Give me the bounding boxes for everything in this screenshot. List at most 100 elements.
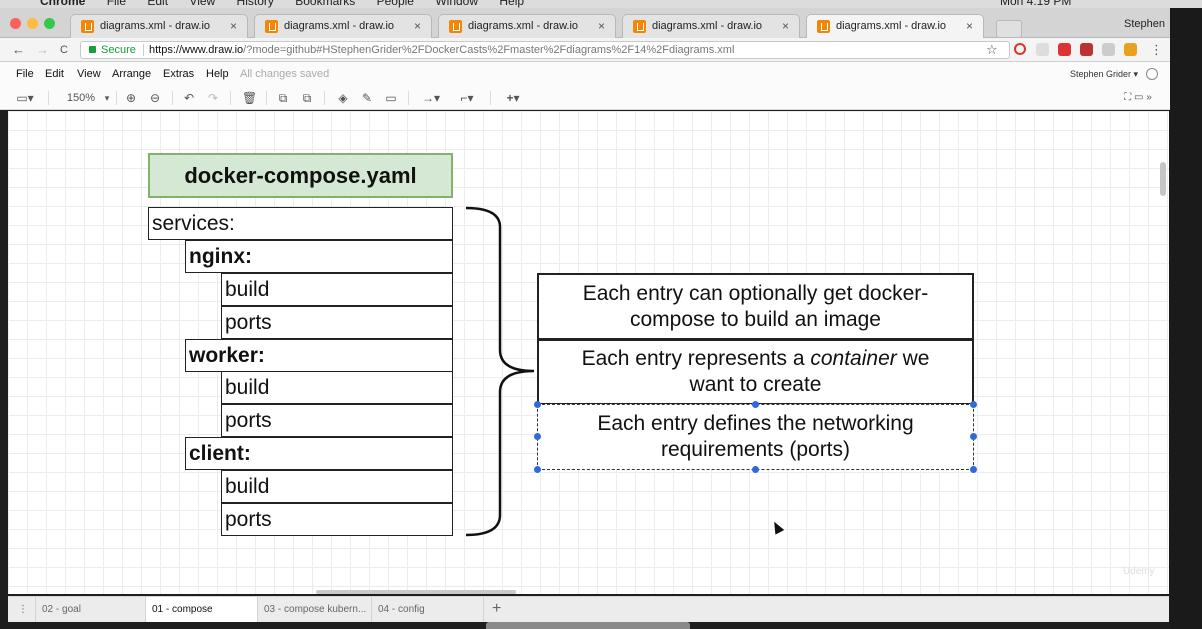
extension-icon[interactable] xyxy=(1102,43,1115,56)
drawio-user[interactable]: Stephen Grider ▾ xyxy=(1070,69,1138,80)
browser-tab[interactable]: diagrams.xml - draw.io × xyxy=(622,14,800,38)
insert-icon[interactable]: +▾ xyxy=(500,91,526,105)
close-window-button[interactable] xyxy=(10,18,21,29)
line-color-icon[interactable]: ✎ xyxy=(360,91,374,105)
back-arrow-icon[interactable]: ← xyxy=(12,42,25,57)
fill-color-icon[interactable]: ◈ xyxy=(336,91,350,105)
page-tab[interactable]: 04 - config xyxy=(372,597,484,622)
globe-icon[interactable] xyxy=(1146,68,1158,80)
extension-icon[interactable] xyxy=(1080,43,1093,56)
browser-tab[interactable]: diagrams.xml - draw.io × xyxy=(438,14,616,38)
yaml-row-build[interactable]: build xyxy=(221,470,453,503)
toolbar-divider xyxy=(172,91,173,105)
undo-icon[interactable]: ↶ xyxy=(182,91,196,105)
tab-close-icon[interactable]: × xyxy=(598,19,605,33)
tab-close-icon[interactable]: × xyxy=(966,19,973,33)
pages-menu-icon[interactable]: ⋮ xyxy=(8,597,36,622)
menu-edit[interactable]: Edit xyxy=(147,0,168,8)
yaml-row-client[interactable]: client: xyxy=(185,437,453,470)
css-extension-icon[interactable] xyxy=(1036,43,1049,56)
zoom-level[interactable]: 150% xyxy=(58,91,104,105)
extension-icon[interactable] xyxy=(1058,43,1071,56)
minimize-window-button[interactable] xyxy=(27,18,38,29)
zoom-window-button[interactable] xyxy=(44,18,55,29)
tab-close-icon[interactable]: × xyxy=(782,19,789,33)
browser-tab[interactable]: diagrams.xml - draw.io × xyxy=(254,14,432,38)
menu-view[interactable]: View xyxy=(189,0,215,8)
forward-arrow-icon[interactable]: → xyxy=(36,42,49,57)
waypoints-icon[interactable]: ⌐▾ xyxy=(452,91,482,105)
menu-window[interactable]: Window xyxy=(435,0,478,8)
resize-handle[interactable] xyxy=(534,401,541,408)
url-path: /?mode=github#HStephenGrider%2FDockerCas… xyxy=(243,44,735,56)
format-panel-icon[interactable]: ▭▾ xyxy=(12,91,38,105)
description-container-box[interactable]: Each entry represents a container we wan… xyxy=(537,339,974,405)
description-line: requirements (ports) xyxy=(660,438,851,461)
drawio-menu-file[interactable]: File xyxy=(16,68,34,80)
tab-close-icon[interactable]: × xyxy=(230,19,237,33)
yaml-row-ports[interactable]: ports xyxy=(221,404,453,437)
opera-extension-icon[interactable] xyxy=(1014,43,1026,55)
drawio-menu-help[interactable]: Help xyxy=(206,68,229,80)
drawio-menu-view[interactable]: View xyxy=(77,68,101,80)
bookmark-star-icon[interactable]: ☆ xyxy=(986,42,998,58)
menu-help[interactable]: Help xyxy=(499,0,524,8)
delete-icon[interactable]: 🗑 xyxy=(242,91,257,105)
to-front-icon[interactable]: ⧉ xyxy=(276,91,290,105)
resize-handle[interactable] xyxy=(752,466,759,473)
reload-icon[interactable]: C xyxy=(60,44,68,56)
page-tab[interactable]: 02 - goal xyxy=(36,597,146,622)
new-tab-button[interactable] xyxy=(996,20,1022,38)
drawio-menu-extras[interactable]: Extras xyxy=(163,68,194,80)
description-text: Each entry represents a xyxy=(581,347,811,370)
fullscreen-icon[interactable]: ⛶ ▭ » xyxy=(1118,91,1158,105)
drawio-menu-arrange[interactable]: Arrange xyxy=(112,68,151,80)
resize-handle[interactable] xyxy=(970,433,977,440)
curly-brace-shape[interactable] xyxy=(462,205,542,540)
profile-name[interactable]: Stephen xyxy=(1124,18,1165,30)
browser-tabstrip: diagrams.xml - draw.io × diagrams.xml - … xyxy=(0,8,1170,39)
yaml-row-services[interactable]: services: xyxy=(148,207,453,240)
description-build-box[interactable]: Each entry can optionally get docker- co… xyxy=(537,273,974,340)
yaml-row-ports[interactable]: ports xyxy=(221,503,453,536)
drawio-menu-edit[interactable]: Edit xyxy=(45,68,64,80)
menu-bookmarks[interactable]: Bookmarks xyxy=(295,0,355,8)
yaml-row-ports[interactable]: ports xyxy=(221,306,453,339)
extension-icon[interactable] xyxy=(1124,43,1137,56)
description-ports-box[interactable]: Each entry defines the networking requir… xyxy=(537,404,974,470)
redo-icon[interactable]: ↷ xyxy=(206,91,220,105)
menu-people[interactable]: People xyxy=(377,0,414,8)
zoom-out-icon[interactable]: ⊖ xyxy=(148,91,162,105)
resize-handle[interactable] xyxy=(970,401,977,408)
yaml-row-build[interactable]: build xyxy=(221,371,453,404)
resize-handle[interactable] xyxy=(534,433,541,440)
clock[interactable]: Mon 4:19 PM xyxy=(1000,0,1071,8)
yaml-row-worker[interactable]: worker: xyxy=(185,339,453,372)
tab-close-icon[interactable]: × xyxy=(414,19,421,33)
browser-tab-active[interactable]: diagrams.xml - draw.io × xyxy=(806,14,984,39)
horizontal-scrollbar[interactable] xyxy=(316,590,516,594)
address-bar-row: ← → C Secure https://www.draw.io/?mode=g… xyxy=(0,38,1170,62)
resize-handle[interactable] xyxy=(970,466,977,473)
menu-history[interactable]: History xyxy=(237,0,274,8)
chrome-menu-icon[interactable]: ⋮ xyxy=(1150,42,1163,58)
compose-file-title[interactable]: docker-compose.yaml xyxy=(148,153,453,198)
yaml-row-nginx[interactable]: nginx: xyxy=(185,240,453,273)
page-tab[interactable]: 03 - compose kubern... xyxy=(258,597,372,622)
vertical-scrollbar[interactable] xyxy=(1160,162,1166,196)
page-tabs-bar: ⋮ 02 - goal 01 - compose 03 - compose ku… xyxy=(8,596,1169,622)
yaml-row-build[interactable]: build xyxy=(221,273,453,306)
zoom-dropdown-icon[interactable]: ▾ xyxy=(102,91,112,105)
add-page-icon[interactable]: + xyxy=(492,600,501,618)
resize-handle[interactable] xyxy=(534,466,541,473)
connection-icon[interactable]: →▾ xyxy=(418,91,444,105)
resize-handle[interactable] xyxy=(752,401,759,408)
to-back-icon[interactable]: ⧉ xyxy=(300,91,314,105)
zoom-in-icon[interactable]: ⊕ xyxy=(124,91,138,105)
menu-file[interactable]: File xyxy=(107,0,126,8)
url-field[interactable]: Secure https://www.draw.io/?mode=github#… xyxy=(80,41,1010,59)
shadow-icon[interactable]: ▭ xyxy=(384,91,398,105)
page-tab-active[interactable]: 01 - compose xyxy=(146,597,258,622)
browser-tab[interactable]: diagrams.xml - draw.io × xyxy=(70,14,248,38)
menu-chrome[interactable]: Chrome xyxy=(40,0,85,8)
